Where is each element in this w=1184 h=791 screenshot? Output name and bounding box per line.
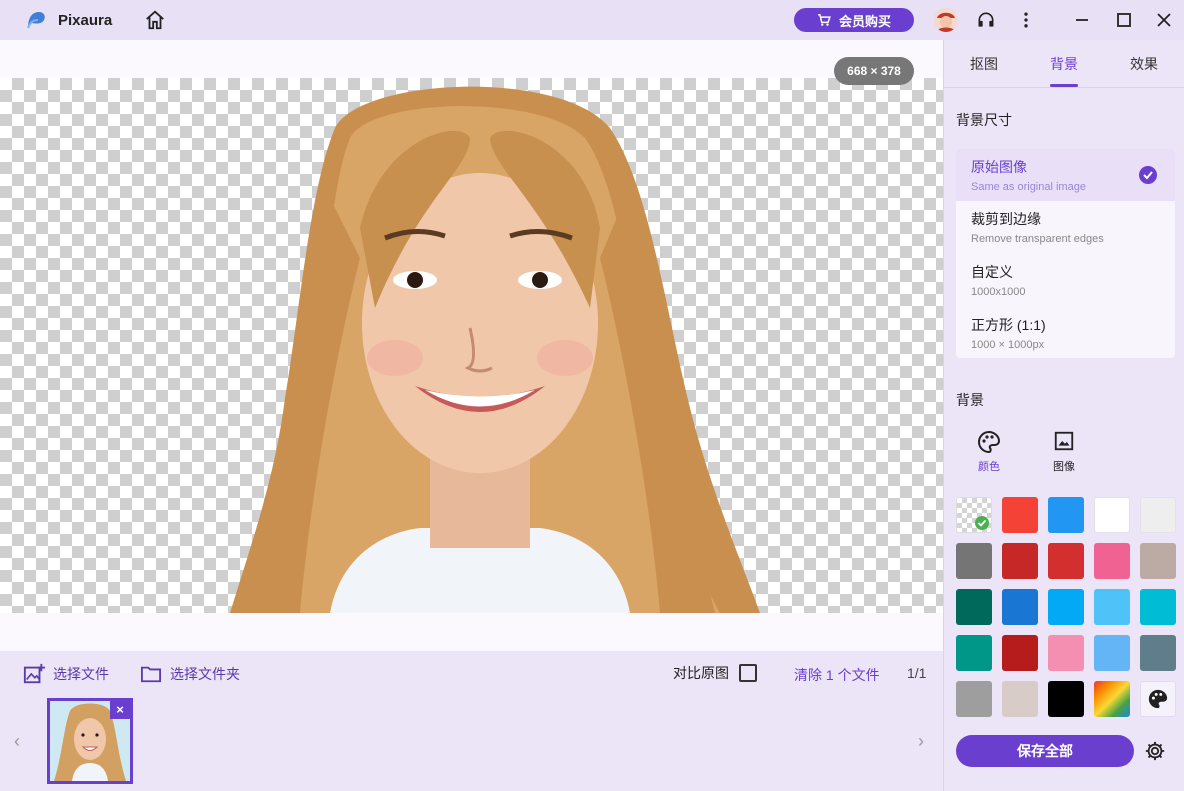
settings-panel: 抠图 背景 效果 背景尺寸 原始图像 Same as original imag… <box>943 40 1184 791</box>
cart-icon <box>818 14 831 26</box>
bg-type-image[interactable]: 图像 <box>1039 430 1089 474</box>
minimize-icon[interactable] <box>1072 10 1092 30</box>
bg-size-title: 背景尺寸 <box>956 112 1012 128</box>
color-swatch[interactable] <box>1002 681 1038 717</box>
select-folder-button[interactable]: 选择文件夹 <box>140 663 240 685</box>
add-image-icon <box>23 663 45 684</box>
select-folder-label: 选择文件夹 <box>170 666 240 682</box>
bg-type-color-label: 颜色 <box>978 461 1000 473</box>
color-swatch[interactable] <box>1048 681 1084 717</box>
color-swatch[interactable] <box>956 681 992 717</box>
vip-purchase-button[interactable]: 会员购买 <box>794 8 914 32</box>
size-option-crop[interactable]: 裁剪到边缘 Remove transparent edges <box>956 201 1175 253</box>
color-swatch[interactable] <box>1140 497 1176 533</box>
color-swatch[interactable] <box>956 635 992 671</box>
size-option-title: 正方形 (1:1) <box>971 317 1046 333</box>
custom-color-palette-icon[interactable] <box>1140 681 1176 717</box>
size-option-original[interactable]: 原始图像 Same as original image <box>956 149 1175 201</box>
color-swatch[interactable] <box>1140 635 1176 671</box>
close-icon[interactable] <box>1154 10 1174 30</box>
app-name: Pixaura <box>58 12 113 29</box>
color-swatch[interactable] <box>1048 497 1084 533</box>
bg-size-list: 原始图像 Same as original image 裁剪到边缘 Remove… <box>956 149 1175 358</box>
image-dimensions-badge: 668 × 378 <box>834 57 914 85</box>
more-options-icon[interactable] <box>1016 10 1036 30</box>
folder-icon <box>141 666 161 683</box>
tab-effects[interactable]: 效果 <box>1130 54 1158 74</box>
remove-file-icon[interactable]: × <box>110 701 130 719</box>
color-swatch[interactable] <box>956 543 992 579</box>
preview-stage: 668 × 378 <box>0 40 943 651</box>
headset-icon[interactable] <box>976 10 996 30</box>
file-thumbnail[interactable]: × <box>47 698 133 784</box>
color-swatch[interactable] <box>956 589 992 625</box>
color-swatch[interactable] <box>1094 543 1130 579</box>
bg-type-image-label: 图像 <box>1053 461 1075 473</box>
panel-tabs: 抠图 背景 效果 <box>944 40 1184 88</box>
color-swatch[interactable] <box>1002 589 1038 625</box>
color-swatch[interactable] <box>1048 635 1084 671</box>
color-swatch[interactable] <box>1002 497 1038 533</box>
color-swatch[interactable] <box>1094 635 1130 671</box>
bottom-bar: 选择文件 选择文件夹 对比原图 清除 1 个文件 1/1 ‹ × › <box>0 651 943 791</box>
compare-original-label: 对比原图 <box>673 665 729 681</box>
color-swatch[interactable] <box>1048 543 1084 579</box>
size-option-title: 自定义 <box>971 264 1013 280</box>
color-swatch[interactable] <box>1048 589 1084 625</box>
compare-original-toggle[interactable]: 对比原图 <box>673 663 757 683</box>
bg-title: 背景 <box>956 392 984 408</box>
color-swatch[interactable] <box>1002 635 1038 671</box>
select-file-label: 选择文件 <box>53 666 109 682</box>
next-arrow-icon[interactable]: › <box>918 731 932 751</box>
bg-type-color[interactable]: 颜色 <box>964 430 1014 474</box>
color-swatch[interactable] <box>1002 543 1038 579</box>
selected-check-icon <box>1139 166 1157 184</box>
page-indicator: 1/1 <box>907 665 927 681</box>
compare-checkbox[interactable] <box>739 664 757 682</box>
selected-check-icon <box>975 516 989 530</box>
gear-icon[interactable] <box>1144 740 1166 762</box>
save-all-button[interactable]: 保存全部 <box>956 735 1134 767</box>
clear-files-link[interactable]: 清除 1 个文件 <box>794 665 880 685</box>
size-option-custom[interactable]: 自定义 1000x1000 <box>956 254 1175 306</box>
size-option-subtitle: 1000x1000 <box>971 286 1026 298</box>
swatch-transparent[interactable] <box>956 497 992 533</box>
transparent-canvas <box>0 78 943 613</box>
color-swatch[interactable] <box>1140 589 1176 625</box>
swatch-gradient[interactable] <box>1094 681 1130 717</box>
user-avatar[interactable] <box>934 8 958 32</box>
size-option-title: 裁剪到边缘 <box>971 211 1041 227</box>
subject-image <box>230 86 760 613</box>
image-icon <box>1054 431 1074 451</box>
maximize-icon[interactable] <box>1114 10 1134 30</box>
size-option-subtitle: Remove transparent edges <box>971 233 1104 245</box>
prev-arrow-icon[interactable]: ‹ <box>14 731 28 751</box>
app-logo-icon <box>27 12 45 29</box>
color-swatch[interactable] <box>1094 497 1130 533</box>
size-option-square[interactable]: 正方形 (1:1) 1000 × 1000px <box>956 307 1175 358</box>
title-bar: Pixaura 会员购买 <box>0 0 1184 40</box>
color-swatch[interactable] <box>1140 543 1176 579</box>
tab-background[interactable]: 背景 <box>1050 54 1078 74</box>
home-icon[interactable] <box>144 9 166 31</box>
vip-purchase-label: 会员购买 <box>838 13 891 29</box>
size-option-subtitle: 1000 × 1000px <box>971 339 1045 351</box>
active-tab-indicator <box>1050 84 1078 87</box>
select-file-button[interactable]: 选择文件 <box>23 663 109 685</box>
color-swatch[interactable] <box>1094 589 1130 625</box>
palette-icon <box>978 430 1001 454</box>
tab-cutout[interactable]: 抠图 <box>970 54 998 74</box>
